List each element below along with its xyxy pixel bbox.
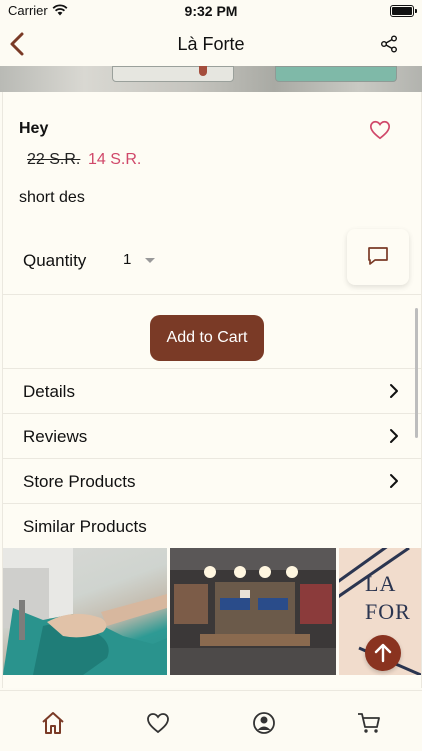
divider bbox=[3, 294, 421, 295]
similar-product-thumbnail[interactable] bbox=[170, 548, 336, 675]
similar-product-thumbnail[interactable] bbox=[3, 548, 167, 675]
arrow-up-icon bbox=[374, 643, 392, 663]
reviews-label: Reviews bbox=[23, 427, 88, 446]
quantity-value: 1 bbox=[123, 251, 132, 268]
home-icon[interactable] bbox=[40, 710, 66, 736]
nav-bar: Là Forte bbox=[0, 22, 422, 66]
image-detail bbox=[112, 66, 234, 82]
heart-outline-icon[interactable] bbox=[369, 119, 391, 141]
details-label: Details bbox=[23, 382, 75, 401]
sewing-machine-fabric-image bbox=[3, 548, 167, 675]
add-to-cart-button[interactable]: Add to Cart bbox=[150, 315, 264, 361]
logo-text: LA FOR bbox=[365, 571, 411, 624]
heart-icon[interactable] bbox=[145, 710, 171, 736]
short-description: short des bbox=[19, 189, 85, 206]
product-image[interactable] bbox=[0, 66, 422, 92]
chat-button[interactable] bbox=[347, 229, 409, 285]
chevron-right-icon bbox=[390, 474, 398, 488]
scrollbar[interactable] bbox=[415, 308, 418, 438]
quantity-dropdown[interactable]: 1 bbox=[123, 251, 163, 273]
share-icon[interactable] bbox=[380, 35, 398, 53]
quantity-label: Quantity bbox=[23, 251, 87, 270]
clothing-store-interior-image bbox=[170, 548, 336, 675]
tab-bar bbox=[0, 690, 422, 751]
cart-icon[interactable] bbox=[356, 710, 382, 736]
chat-icon bbox=[368, 247, 388, 265]
battery-icon bbox=[390, 5, 417, 17]
store-products-label: Store Products bbox=[23, 472, 136, 491]
chevron-right-icon bbox=[390, 384, 398, 398]
status-bar: Carrier 9:32 PM bbox=[0, 0, 422, 22]
image-detail bbox=[275, 66, 397, 82]
product-name: Hey bbox=[19, 120, 49, 137]
page-title: Là Forte bbox=[177, 34, 245, 54]
clock: 9:32 PM bbox=[184, 3, 238, 19]
chevron-down-icon bbox=[145, 258, 155, 263]
store-products-row[interactable]: Store Products bbox=[3, 459, 421, 503]
image-detail bbox=[199, 66, 207, 76]
reviews-row[interactable]: Reviews bbox=[3, 414, 421, 458]
scroll-to-top-button[interactable] bbox=[365, 635, 401, 671]
chevron-right-icon bbox=[390, 429, 398, 443]
profile-icon[interactable] bbox=[251, 710, 277, 736]
similar-products-label: Similar Products bbox=[23, 517, 147, 536]
details-row[interactable]: Details bbox=[3, 369, 421, 413]
product-details-card: Hey 22 S.R. 14 S.R. short des Quantity 1… bbox=[2, 92, 422, 688]
sale-price: 14 S.R. bbox=[88, 151, 142, 168]
similar-products-header: Similar Products bbox=[3, 504, 421, 548]
original-price: 22 S.R. bbox=[27, 151, 81, 168]
